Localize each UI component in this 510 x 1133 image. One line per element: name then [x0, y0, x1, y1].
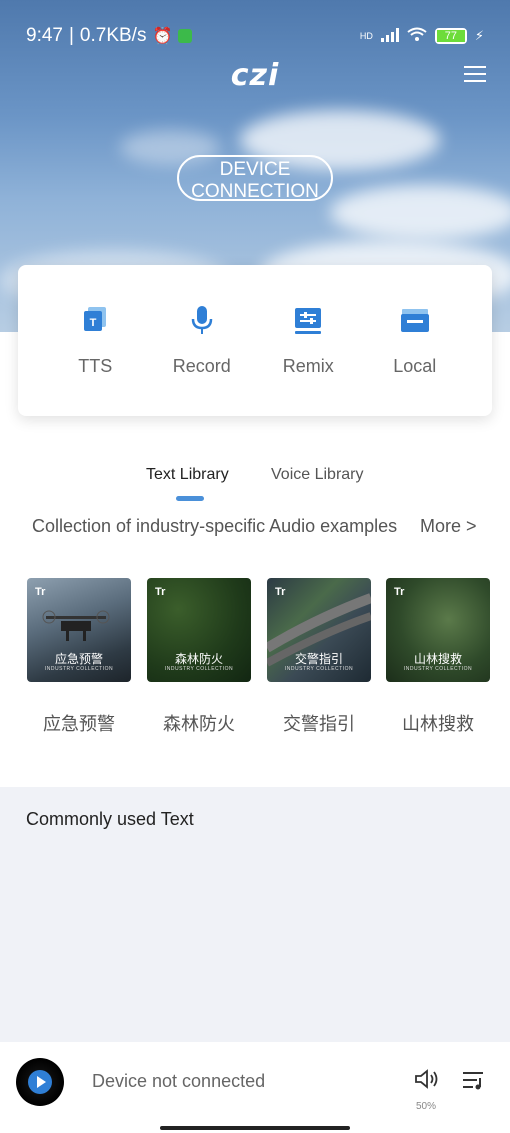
- player-bar: Device not connected 50%: [0, 1042, 510, 1133]
- tab-voice-library[interactable]: Voice Library: [271, 466, 364, 484]
- common-text-title: Commonly used Text: [26, 809, 194, 829]
- category-image: Tr 森林防火 INDUSTRY COLLECTION: [147, 578, 251, 682]
- category-overlay-subtitle: INDUSTRY COLLECTION: [44, 666, 114, 672]
- menu-icon[interactable]: [464, 66, 486, 84]
- library-tabs: Text Library Voice Library: [0, 462, 510, 502]
- text-badge: Tr: [35, 586, 46, 598]
- brand-logo: czi: [230, 58, 280, 93]
- category-card-mountain-rescue[interactable]: Tr 山林搜救 INDUSTRY COLLECTION 山林搜救: [386, 578, 490, 736]
- category-overlay-subtitle: INDUSTRY COLLECTION: [284, 666, 354, 672]
- wifi-icon: [407, 27, 427, 45]
- common-text-section: Commonly used Text: [0, 787, 510, 1042]
- local-label: Local: [393, 356, 437, 376]
- category-card-traffic[interactable]: Tr 交警指引 INDUSTRY COLLECTION 交警指引: [267, 578, 371, 736]
- tab-text-library[interactable]: Text Library: [146, 466, 229, 484]
- alarm-icon: ⏰: [152, 28, 173, 45]
- category-name: 森林防火: [163, 714, 235, 735]
- category-image: Tr 交警指引 INDUSTRY COLLECTION: [267, 578, 371, 682]
- local-button[interactable]: Local: [370, 304, 460, 377]
- category-overlay-subtitle: INDUSTRY COLLECTION: [164, 666, 234, 672]
- status-time: 9:47: [26, 25, 63, 46]
- category-image: Tr 山林搜救 INDUSTRY COLLECTION: [386, 578, 490, 682]
- record-label: Record: [172, 356, 231, 376]
- category-card-forest-fire[interactable]: Tr 森林防火 INDUSTRY COLLECTION 森林防火: [147, 578, 251, 736]
- battery-icon: 77: [434, 28, 467, 44]
- volume-level: 50%: [416, 1101, 437, 1112]
- tts-label: TTS: [78, 356, 113, 376]
- status-speed: 0.7KB/s: [79, 25, 147, 46]
- tts-icon: T: [84, 307, 107, 331]
- status-divider: |: [68, 25, 74, 46]
- category-image: Tr 应急预警 INDUSTRY COLLECTION: [27, 578, 131, 682]
- text-badge: Tr: [394, 586, 405, 598]
- play-button[interactable]: [16, 1058, 64, 1106]
- play-icon: [28, 1070, 52, 1094]
- category-name: 山林搜救: [402, 714, 474, 735]
- tts-button[interactable]: T TTS: [50, 304, 140, 377]
- active-tab-indicator: [176, 496, 204, 501]
- status-bar: 9:47 | 0.7KB/s ⏰ HD 77 ⚡: [0, 18, 510, 54]
- more-link[interactable]: More >: [420, 516, 477, 537]
- app-notification-icon: [178, 29, 193, 43]
- category-overlay-title: 山林搜救: [413, 652, 462, 666]
- category-name: 应急预警: [43, 714, 115, 735]
- text-badge: Tr: [155, 586, 166, 598]
- battery-level: 77: [436, 30, 465, 42]
- microphone-icon: [191, 306, 212, 334]
- record-button[interactable]: Record: [157, 304, 247, 377]
- drone-icon: [42, 610, 110, 641]
- category-card-emergency[interactable]: Tr 应急预警 INDUSTRY COLLECTION 应急预警: [27, 578, 131, 736]
- remix-icon: [295, 308, 322, 334]
- device-status: Device not connected: [92, 1071, 266, 1091]
- category-overlay-title: 交警指引: [294, 652, 343, 666]
- playlist-icon[interactable]: [462, 1069, 486, 1091]
- remix-label: Remix: [282, 356, 334, 376]
- function-card: T TTS Record Remix Local: [18, 265, 492, 416]
- hd-label: HD: [359, 31, 373, 41]
- home-indicator: [160, 1126, 350, 1130]
- signal-icon: [380, 27, 399, 45]
- remix-button[interactable]: Remix: [263, 304, 353, 377]
- volume-icon[interactable]: [414, 1068, 440, 1090]
- cloud: [330, 185, 510, 240]
- category-overlay-subtitle: INDUSTRY COLLECTION: [403, 666, 473, 672]
- charging-icon: ⚡: [474, 28, 484, 43]
- device-connection-button[interactable]: DEVICE CONNECTION: [177, 155, 333, 201]
- local-folder-icon: [400, 309, 429, 332]
- collection-description: Collection of industry-specific Audio ex…: [32, 516, 398, 536]
- category-overlay-title: 应急预警: [54, 652, 103, 666]
- category-overlay-title: 森林防火: [174, 652, 223, 666]
- category-name: 交警指引: [283, 714, 355, 735]
- svg-text:T: T: [90, 317, 97, 329]
